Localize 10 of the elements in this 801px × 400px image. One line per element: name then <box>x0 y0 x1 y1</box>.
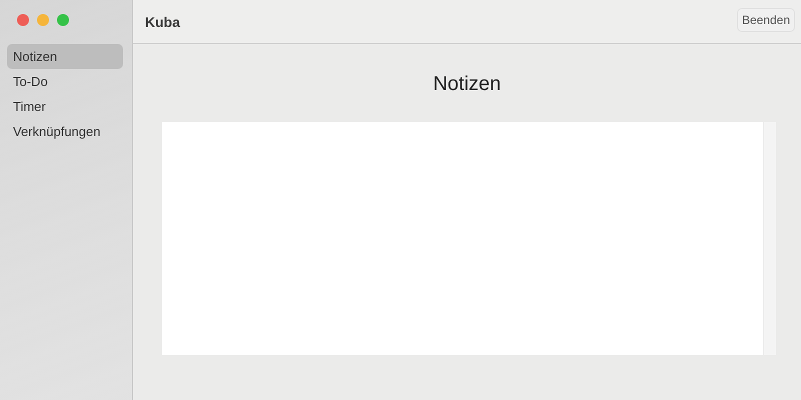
sidebar-item[interactable]: To-Do <box>7 69 123 94</box>
minimize-icon[interactable] <box>37 14 49 26</box>
window-title: Kuba <box>145 14 180 30</box>
quit-button[interactable]: Beenden <box>736 8 795 32</box>
page-heading: Notizen <box>432 73 502 96</box>
close-icon[interactable] <box>17 14 29 26</box>
sidebar-item[interactable]: Timer <box>7 94 123 119</box>
sidebar-item[interactable]: Notizen <box>7 44 123 69</box>
zoom-icon[interactable] <box>57 14 69 26</box>
sidebar-item[interactable]: Verknüpfungen <box>7 119 123 144</box>
